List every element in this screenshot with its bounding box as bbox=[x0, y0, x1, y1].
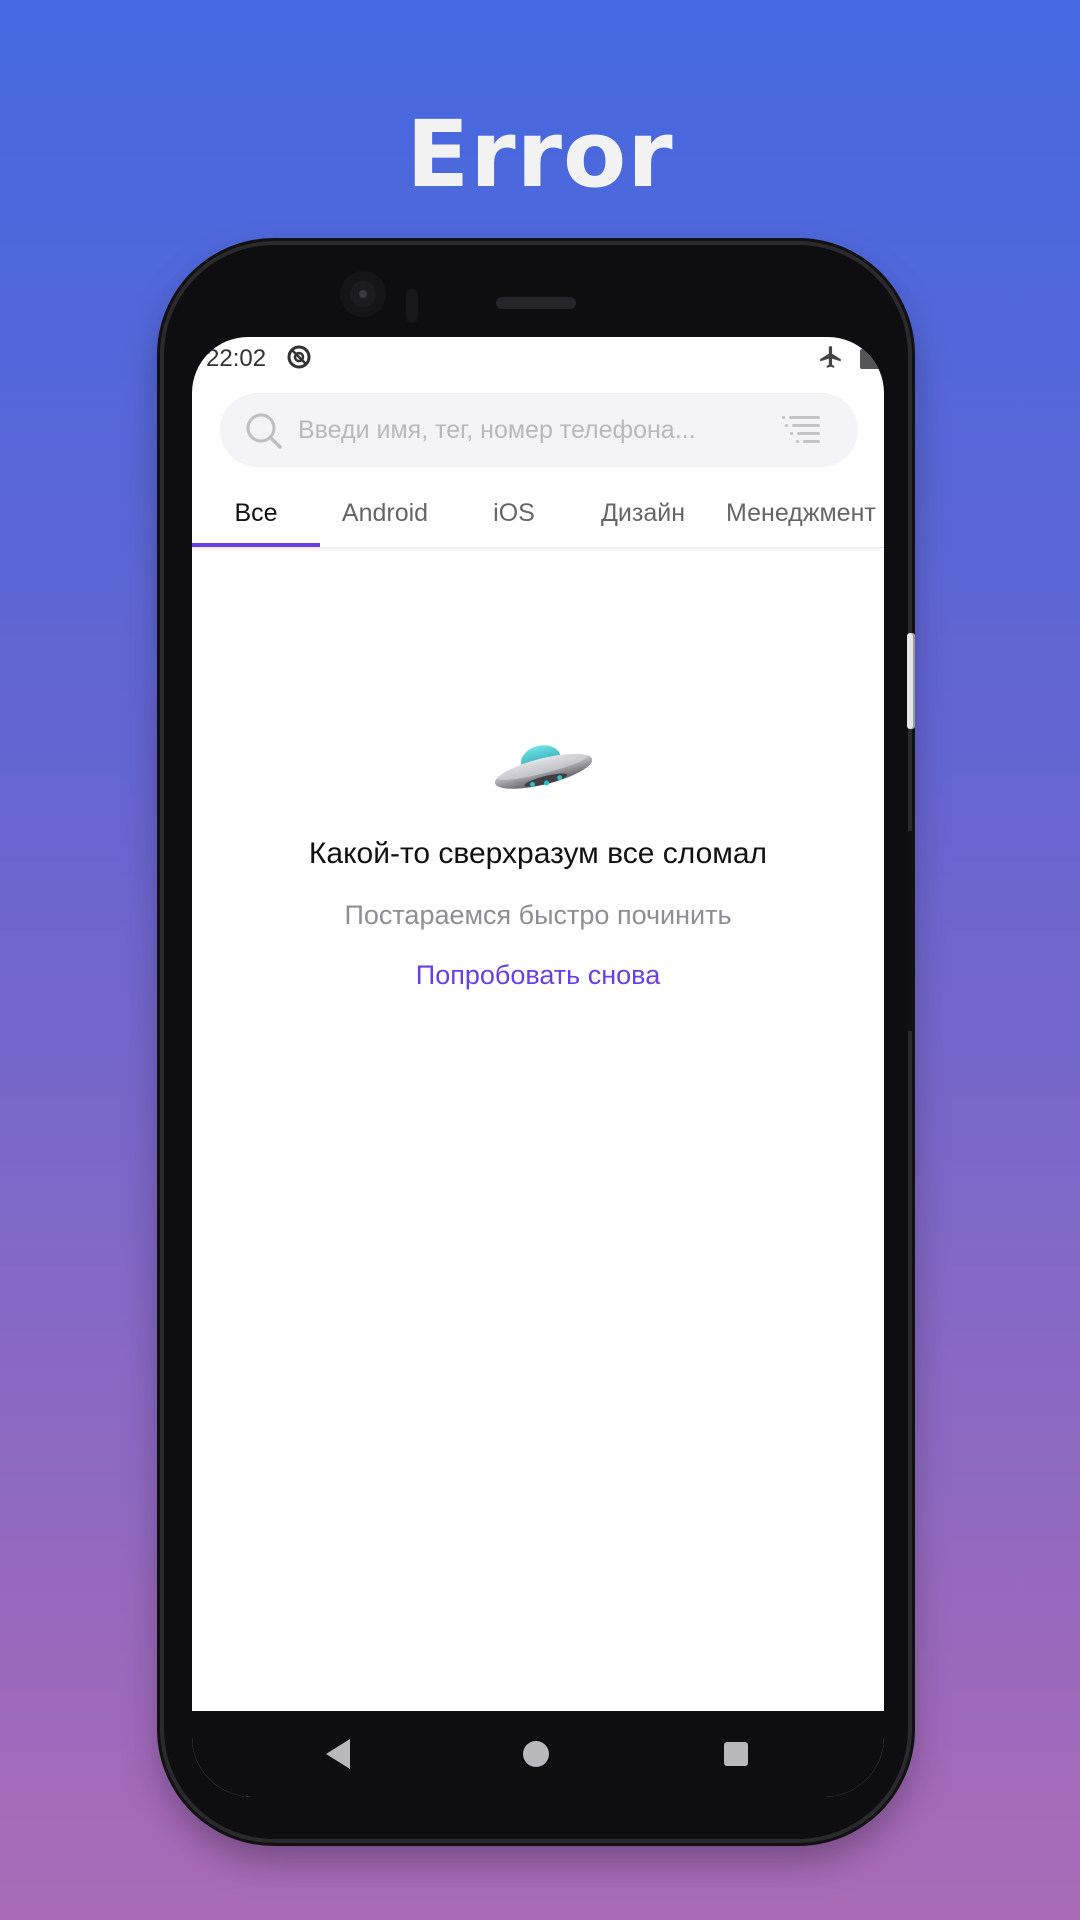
tab-ios[interactable]: iOS bbox=[450, 489, 578, 547]
back-icon[interactable] bbox=[322, 1737, 352, 1771]
front-camera bbox=[350, 281, 376, 307]
phone-frame: 22:02 Введи имя, тег, номер телефона... … bbox=[164, 245, 915, 1839]
search-bar[interactable] bbox=[220, 393, 858, 467]
category-tabs: Все Android iOS Дизайн Менеджмент bbox=[192, 489, 884, 548]
tab-design[interactable]: Дизайн bbox=[578, 489, 708, 547]
tab-management[interactable]: Менеджмент bbox=[726, 489, 884, 547]
system-navigation-bar bbox=[192, 1711, 884, 1797]
volume-button bbox=[907, 633, 915, 729]
airplane-icon bbox=[820, 346, 841, 368]
home-icon[interactable] bbox=[523, 1741, 549, 1767]
recent-apps-icon[interactable] bbox=[724, 1742, 748, 1766]
app-screen: 22:02 Введи имя, тег, номер телефона... … bbox=[192, 337, 884, 1797]
tab-all[interactable]: Все bbox=[192, 489, 320, 547]
proximity-sensor bbox=[406, 289, 418, 323]
sync-icon bbox=[287, 345, 311, 369]
active-tab-indicator bbox=[192, 543, 320, 547]
ufo-icon bbox=[495, 745, 592, 789]
search-icon bbox=[246, 413, 282, 449]
filter-list-icon[interactable] bbox=[782, 415, 822, 445]
status-time: 22:02 bbox=[206, 345, 267, 372]
earpiece-speaker bbox=[496, 297, 576, 309]
retry-button[interactable]: Попробовать снова bbox=[388, 953, 688, 997]
status-bar: 22:02 bbox=[192, 337, 884, 381]
promo-title: Error bbox=[406, 101, 674, 208]
tab-android[interactable]: Android bbox=[320, 489, 450, 547]
error-title: Какой-то сверхразум все сломал bbox=[308, 837, 768, 870]
error-subtitle: Постараемся быстро починить bbox=[344, 900, 732, 930]
power-button bbox=[907, 831, 915, 1031]
battery-icon bbox=[860, 349, 880, 369]
search-input[interactable] bbox=[298, 393, 758, 467]
